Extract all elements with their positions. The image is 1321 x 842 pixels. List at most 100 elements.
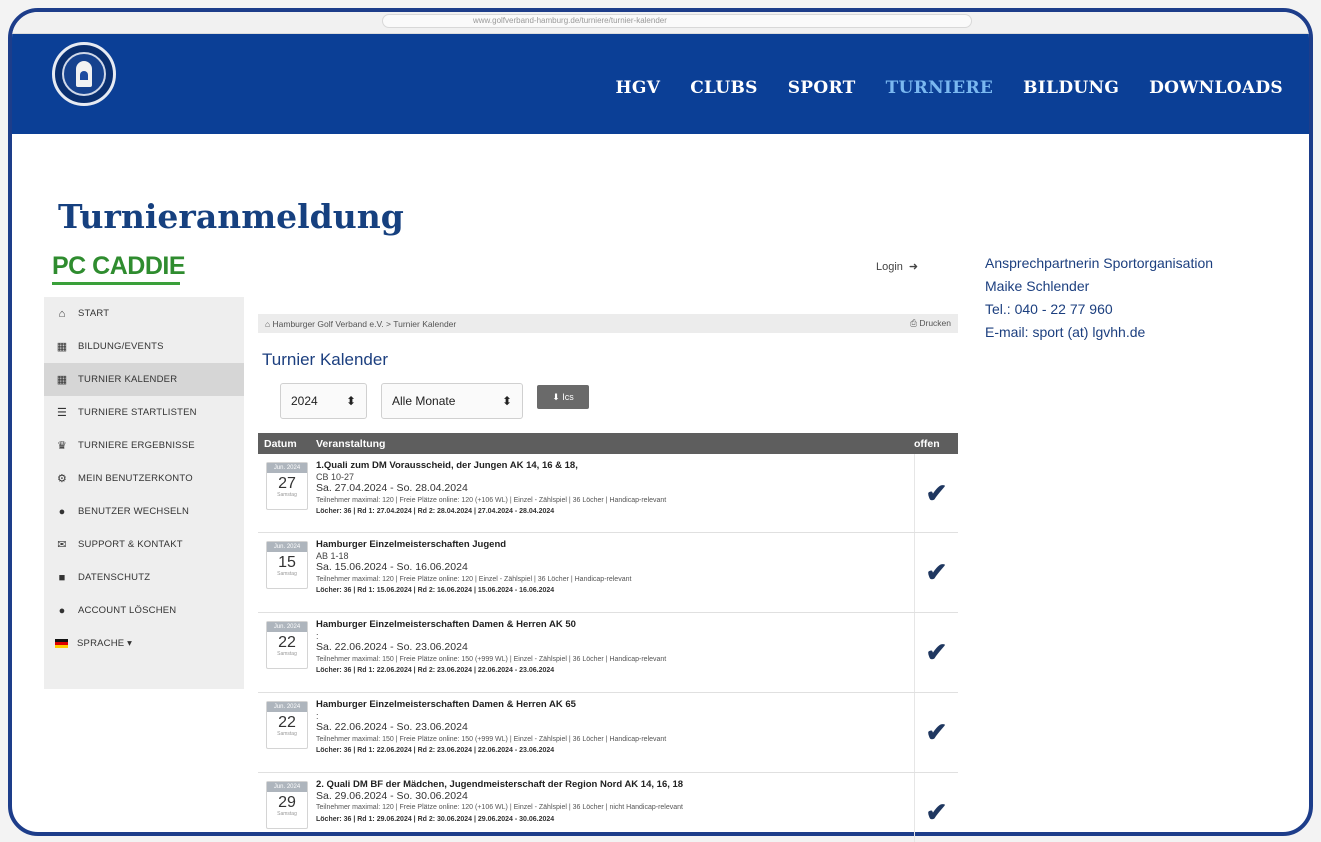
- date-cell: Jun. 2024 27 Samstag: [258, 454, 316, 532]
- tower-icon: [76, 61, 92, 87]
- date-cell: Jun. 2024 22 Samstag: [258, 693, 316, 772]
- nav-turniere[interactable]: TURNIERE: [886, 78, 994, 98]
- date-day: 22: [278, 714, 296, 731]
- year-select-value: 2024: [291, 394, 318, 408]
- date-badge: Jun. 2024 29 Samstag: [266, 781, 308, 829]
- event-dates: Sa. 27.04.2024 - So. 28.04.2024: [316, 482, 468, 494]
- date-month: Jun. 2024: [267, 542, 307, 552]
- german-flag-icon: [55, 639, 68, 648]
- sidebar-item-ergebnisse[interactable]: ♛ TURNIERE ERGEBNISSE: [44, 429, 244, 462]
- sidebar-item-account-loeschen[interactable]: ● ACCOUNT LÖSCHEN: [44, 594, 244, 627]
- sidebar-item-benutzer-wechseln[interactable]: ● BENUTZER WECHSELN: [44, 495, 244, 528]
- event-holes: Löcher: 36 | Rd 1: 22.06.2024 | Rd 2: 23…: [316, 747, 555, 754]
- date-badge: Jun. 2024 22 Samstag: [266, 621, 308, 669]
- list-icon: ☰: [56, 407, 68, 419]
- ics-download-button[interactable]: ⬇ Ics: [537, 385, 589, 409]
- column-header-open: offen: [914, 437, 940, 450]
- url-bar[interactable]: www.golfverband-hamburg.de/turniere/turn…: [382, 14, 972, 28]
- nav-hgv[interactable]: HGV: [616, 78, 661, 98]
- sidebar-item-label: TURNIERE ERGEBNISSE: [78, 440, 195, 451]
- login-link[interactable]: Login ➜: [876, 260, 918, 274]
- event-name[interactable]: Hamburger Einzelmeisterschaften Jugend: [316, 539, 914, 551]
- document-icon: ■: [58, 571, 66, 584]
- calendar-content: ⌂ Hamburger Golf Verband e.V. > Turnier …: [258, 314, 958, 842]
- open-cell: ✔: [914, 693, 958, 772]
- event-info: Teilnehmer maximal: 120 | Freie Plätze o…: [316, 575, 632, 583]
- event-name[interactable]: Hamburger Einzelmeisterschaften Damen & …: [316, 699, 914, 711]
- envelope-icon: ✉: [57, 539, 67, 551]
- date-day: 29: [278, 794, 296, 811]
- month-select[interactable]: Alle Monate ⬍: [381, 383, 523, 419]
- event-info: Teilnehmer maximal: 150 | Freie Plätze o…: [316, 735, 667, 743]
- pccaddie-brand: PC CADDIE: [52, 252, 186, 280]
- checkmark-icon: ✔: [925, 717, 948, 747]
- sidebar-item-start[interactable]: ⌂ START: [44, 297, 244, 330]
- sidebar-item-turnier-kalender[interactable]: ▦ TURNIER KALENDER: [44, 363, 244, 396]
- select-arrows-icon: ⬍: [501, 394, 512, 408]
- print-button[interactable]: ⎙ Drucken: [910, 318, 951, 329]
- nav-downloads[interactable]: DOWNLOADS: [1149, 78, 1283, 98]
- contact-heading: Ansprechpartnerin Sportorganisation: [985, 255, 1214, 271]
- table-row[interactable]: Jun. 2024 29 Samstag 2. Quali DM BF der …: [258, 773, 958, 842]
- event-cell: Hamburger Einzelmeisterschaften Jugend A…: [316, 533, 914, 612]
- sidebar-item-label: TURNIER KALENDER: [78, 374, 178, 385]
- download-icon: ⬇: [552, 391, 563, 402]
- event-name[interactable]: Hamburger Einzelmeisterschaften Damen & …: [316, 619, 914, 631]
- breadcrumb-text[interactable]: ⌂ Hamburger Golf Verband e.V. > Turnier …: [265, 319, 456, 329]
- nav-bildung[interactable]: BILDUNG: [1023, 78, 1119, 98]
- table-row[interactable]: Jun. 2024 22 Samstag Hamburger Einzelmei…: [258, 693, 958, 773]
- sidebar-item-support[interactable]: ✉ SUPPORT & KONTAKT: [44, 528, 244, 561]
- event-info: Teilnehmer maximal: 150 | Freie Plätze o…: [316, 655, 667, 663]
- table-row[interactable]: Jun. 2024 15 Samstag Hamburger Einzelmei…: [258, 533, 958, 613]
- cogs-icon: ⚙: [56, 473, 68, 485]
- date-month: Jun. 2024: [267, 622, 307, 632]
- event-cell: Hamburger Einzelmeisterschaften Damen & …: [316, 613, 914, 692]
- date-cell: Jun. 2024 22 Samstag: [258, 613, 316, 692]
- date-month: Jun. 2024: [267, 782, 307, 792]
- sidebar-item-sprache[interactable]: SPRACHE ▾: [44, 627, 244, 660]
- sidebar-item-label: SUPPORT & KONTAKT: [78, 539, 183, 550]
- logo-emblem: [62, 52, 106, 96]
- event-info: Teilnehmer maximal: 120 | Freie Plätze o…: [316, 496, 667, 504]
- date-month: Jun. 2024: [267, 702, 307, 712]
- checkmark-icon: ✔: [925, 797, 948, 827]
- sidebar-item-bildung-events[interactable]: ▦ BILDUNG/EVENTS: [44, 330, 244, 363]
- event-cell: 2. Quali DM BF der Mädchen, Jugendmeiste…: [316, 773, 914, 842]
- top-navbar: HGV CLUBS SPORT TURNIERE BILDUNG DOWNLOA…: [12, 34, 1309, 134]
- date-badge: Jun. 2024 22 Samstag: [266, 701, 308, 749]
- pccaddie-logo[interactable]: PC CADDIE: [52, 252, 186, 285]
- table-row[interactable]: Jun. 2024 22 Samstag Hamburger Einzelmei…: [258, 613, 958, 693]
- pccaddie-underline: [52, 282, 180, 285]
- user-icon: ●: [58, 505, 66, 518]
- event-dates: Sa. 22.06.2024 - So. 23.06.2024: [316, 641, 468, 653]
- nav-sport[interactable]: SPORT: [788, 78, 856, 98]
- club-crest-logo[interactable]: [52, 42, 116, 106]
- sidebar-item-benutzerkonto[interactable]: ⚙ MEIN BENUTZERKONTO: [44, 462, 244, 495]
- nav-clubs[interactable]: CLUBS: [690, 78, 758, 98]
- sidebar-item-startlisten[interactable]: ☰ TURNIERE STARTLISTEN: [44, 396, 244, 429]
- checkmark-icon: ✔: [925, 637, 948, 667]
- table-row[interactable]: Jun. 2024 27 Samstag 1.Quali zum DM Vora…: [258, 454, 958, 533]
- checkmark-icon: ✔: [925, 557, 948, 587]
- event-name[interactable]: 1.Quali zum DM Vorausscheid, der Jungen …: [316, 460, 914, 472]
- date-month: Jun. 2024: [267, 463, 307, 473]
- sidebar-item-datenschutz[interactable]: ■ DATENSCHUTZ: [44, 561, 244, 594]
- date-weekday: Samstag: [277, 571, 297, 577]
- browser-toolbar: www.golfverband-hamburg.de/turniere/turn…: [12, 12, 1309, 34]
- column-header-event: Veranstaltung: [316, 437, 386, 450]
- date-weekday: Samstag: [277, 811, 297, 817]
- print-label: Drucken: [919, 318, 951, 328]
- column-header-date: Datum: [264, 437, 297, 450]
- date-day: 27: [278, 475, 296, 492]
- sidebar-item-label: BENUTZER WECHSELN: [78, 506, 190, 517]
- event-info: Teilnehmer maximal: 120 | Freie Plätze o…: [316, 804, 683, 811]
- user-icon: ●: [58, 604, 66, 617]
- open-cell: ✔: [914, 454, 958, 532]
- trophy-icon: ♛: [56, 440, 68, 452]
- year-select[interactable]: 2024 ⬍: [280, 383, 367, 419]
- calendar-filters: 2024 ⬍ Alle Monate ⬍ ⬇ Ics: [280, 383, 958, 419]
- table-header: Datum Veranstaltung offen: [258, 433, 958, 454]
- event-dates: Sa. 15.06.2024 - So. 16.06.2024: [316, 561, 468, 573]
- date-cell: Jun. 2024 29 Samstag: [258, 773, 316, 842]
- event-name[interactable]: 2. Quali DM BF der Mädchen, Jugendmeiste…: [316, 779, 914, 791]
